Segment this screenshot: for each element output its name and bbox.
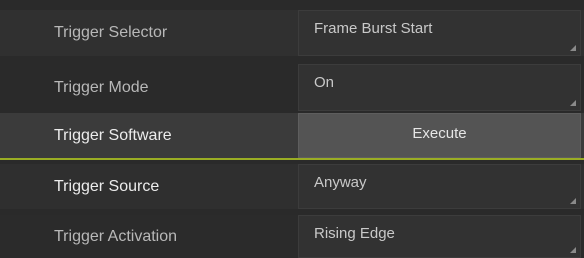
dropdown-value: Anyway — [314, 174, 367, 191]
property-row-trigger-software: Trigger Software Execute — [0, 113, 584, 158]
dropdown-corner-icon — [570, 198, 576, 204]
trigger-properties-panel: Trigger Selector Frame Burst Start Trigg… — [0, 0, 584, 258]
property-row-trigger-source: Trigger Source Anyway — [0, 164, 584, 209]
property-label: Trigger Software — [54, 126, 172, 144]
selection-divider — [0, 158, 584, 160]
dropdown-value: Rising Edge — [314, 225, 395, 242]
dropdown-corner-icon — [570, 100, 576, 106]
dropdown-corner-icon — [570, 45, 576, 51]
property-row-trigger-mode: Trigger Mode On — [0, 64, 584, 111]
property-label: Trigger Activation — [54, 227, 178, 245]
trigger-source-dropdown[interactable]: Anyway — [298, 164, 581, 209]
dropdown-corner-icon — [570, 247, 576, 253]
property-label: Trigger Source — [54, 177, 160, 195]
execute-button[interactable]: Execute — [298, 113, 581, 158]
property-row-trigger-selector: Trigger Selector Frame Burst Start — [0, 10, 584, 56]
property-label: Trigger Mode — [54, 78, 149, 96]
trigger-mode-dropdown[interactable]: On — [298, 64, 581, 111]
trigger-selector-dropdown[interactable]: Frame Burst Start — [298, 10, 581, 56]
dropdown-value: On — [314, 74, 335, 91]
trigger-activation-dropdown[interactable]: Rising Edge — [298, 215, 581, 258]
dropdown-value: Frame Burst Start — [314, 20, 433, 37]
property-label: Trigger Selector — [54, 24, 168, 41]
property-row-trigger-activation: Trigger Activation Rising Edge — [0, 215, 584, 258]
